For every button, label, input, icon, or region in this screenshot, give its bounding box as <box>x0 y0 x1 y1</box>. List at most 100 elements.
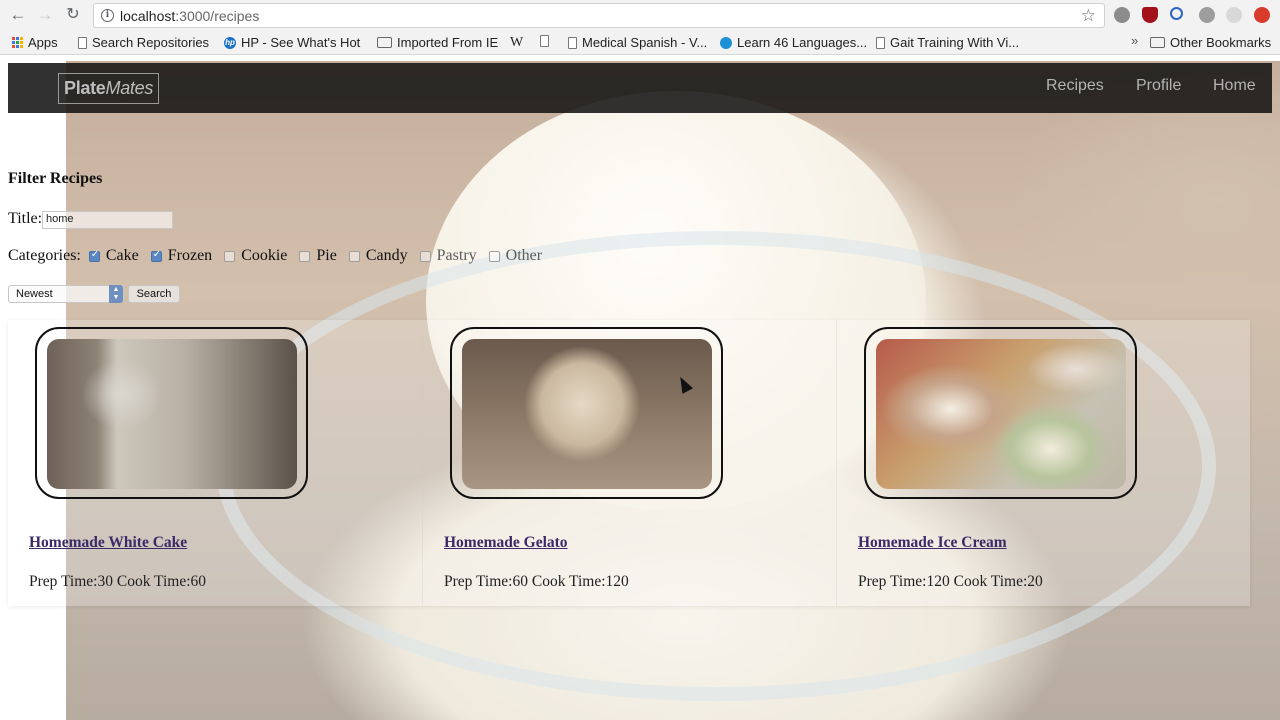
checkbox-frozen[interactable] <box>150 249 162 262</box>
recipe-image-gelato[interactable] <box>462 339 712 489</box>
address-bar[interactable]: i localhost:3000/recipes ☆ <box>93 3 1105 28</box>
bookmark-untitled[interactable] <box>540 35 549 47</box>
category-frozen[interactable]: Frozen <box>150 247 213 265</box>
hp-icon: hp <box>224 36 236 49</box>
category-other[interactable]: Other <box>488 247 543 265</box>
checkbox-other[interactable] <box>488 250 500 262</box>
search-button[interactable]: Search <box>128 285 180 303</box>
info-icon[interactable]: i <box>101 9 114 22</box>
checkbox-pastry[interactable] <box>419 250 431 262</box>
more-bookmarks-chevron-icon[interactable]: » <box>1131 33 1138 48</box>
bookmark-apps[interactable]: Apps <box>12 35 58 50</box>
page-icon <box>568 36 577 49</box>
category-label: Pastry <box>436 247 477 264</box>
category-label: Candy <box>365 247 408 264</box>
magnifier-extension-icon[interactable] <box>1170 7 1183 20</box>
back-arrow-icon[interactable]: ← <box>8 5 28 25</box>
bookmark-label: Apps <box>28 35 58 50</box>
category-pastry[interactable]: Pastry <box>419 247 477 265</box>
bookmark-star-icon[interactable]: ☆ <box>1081 6 1096 26</box>
recipe-image-ice-cream[interactable] <box>876 339 1126 489</box>
apps-grid-icon <box>12 37 23 48</box>
recipe-image-frame <box>864 327 1137 499</box>
recipe-times: Prep Time:30 Cook Time:60 <box>29 573 207 590</box>
page-icon <box>78 36 87 49</box>
nav-link-profile[interactable]: Profile <box>1136 77 1181 95</box>
bookmark-learn-languages[interactable]: Learn 46 Languages... <box>720 35 867 50</box>
bookmark-other-bookmarks[interactable]: Other Bookmarks <box>1150 35 1271 50</box>
recipe-times: Prep Time:60 Cook Time:120 <box>444 573 629 590</box>
bookmark-search-repositories[interactable]: Search Repositories <box>78 35 209 50</box>
category-label: Frozen <box>167 247 213 264</box>
ublock-shield-icon[interactable] <box>1142 7 1158 23</box>
recipe-card: Homemade White Cake Prep Time:30 Cook Ti… <box>8 320 422 606</box>
extension-settings-icon[interactable] <box>1114 7 1130 23</box>
title-label: Title: <box>8 210 43 227</box>
categories-label: Categories: <box>8 247 81 264</box>
checkbox-pie[interactable] <box>299 250 311 262</box>
folder-icon <box>1150 37 1165 48</box>
site-navbar: PlateMates Recipes Profile Home <box>8 63 1272 113</box>
bookmark-label: Other Bookmarks <box>1170 35 1272 50</box>
brand-plain-text: Plate <box>64 78 106 98</box>
category-label: Pie <box>316 247 337 264</box>
category-label: Other <box>505 247 543 264</box>
extension-feather-icon[interactable] <box>1226 7 1242 23</box>
bookmark-label: Imported From IE <box>397 35 499 50</box>
page-viewport: PlateMates Recipes Profile Home Filter R… <box>0 55 1280 720</box>
category-label: Cake <box>105 247 139 264</box>
category-label: Cookie <box>241 247 288 264</box>
browser-toolbar: ← → ↻ i localhost:3000/recipes ☆ <box>0 0 1280 30</box>
folder-icon <box>377 37 392 48</box>
page-icon <box>876 36 885 49</box>
checkbox-candy[interactable] <box>348 250 360 262</box>
url-host: localhost <box>120 8 176 24</box>
bookmark-imported-from-ie[interactable]: Imported From IE <box>377 35 498 50</box>
bookmark-medical-spanish[interactable]: Medical Spanish - V... <box>568 35 707 50</box>
brand-logo[interactable]: PlateMates <box>58 73 160 104</box>
checkbox-cake[interactable] <box>88 249 100 262</box>
recipe-card: Homemade Ice Cream Prep Time:120 Cook Ti… <box>836 320 1250 606</box>
bookmark-hp[interactable]: hp HP - See What's Hot <box>224 35 360 50</box>
wikipedia-icon: W <box>510 35 524 50</box>
categories-row: Categories: Cake Frozen Cookie Pie Candy… <box>8 247 554 265</box>
select-arrows-icon: ▲ ▼ <box>109 285 123 303</box>
reload-icon[interactable]: ↻ <box>63 5 83 25</box>
filter-heading: Filter Recipes <box>8 170 103 187</box>
extension-upload-icon[interactable] <box>1254 7 1270 23</box>
category-cake[interactable]: Cake <box>88 247 139 265</box>
bookmark-gait-training[interactable]: Gait Training With Vi... <box>876 35 1019 50</box>
recipe-image-white-cake[interactable] <box>47 339 297 489</box>
checkbox-cookie[interactable] <box>224 250 236 262</box>
bookmarks-bar: Apps Search Repositories hp HP - See What… <box>0 30 1280 55</box>
url-path: :3000/recipes <box>175 8 260 24</box>
category-pie[interactable]: Pie <box>299 247 337 265</box>
forward-arrow-icon[interactable]: → <box>35 5 55 25</box>
bookmark-label: Search Repositories <box>92 35 210 50</box>
category-candy[interactable]: Candy <box>348 247 408 265</box>
extension-circle-icon[interactable] <box>1199 7 1215 23</box>
recipe-image-frame <box>35 327 308 499</box>
bookmark-label: Medical Spanish - V... <box>582 35 708 50</box>
recipe-list: Homemade White Cake Prep Time:30 Cook Ti… <box>8 320 1250 606</box>
sort-selected-value: Newest <box>16 288 53 300</box>
recipe-title-link[interactable]: Homemade White Cake <box>29 534 187 552</box>
bookmark-label: HP - See What's Hot <box>241 35 361 50</box>
bookmark-label: Learn 46 Languages... <box>737 35 868 50</box>
url-text[interactable]: localhost:3000/recipes <box>120 8 259 24</box>
brand-italic-text: Mates <box>105 78 154 98</box>
site-icon <box>720 36 732 49</box>
page-icon <box>540 35 549 47</box>
bookmark-label: Gait Training With Vi... <box>890 35 1020 50</box>
recipe-card: Homemade Gelato Prep Time:60 Cook Time:1… <box>422 320 836 606</box>
nav-link-home[interactable]: Home <box>1213 77 1256 95</box>
bookmark-wikipedia[interactable]: W <box>510 35 524 51</box>
recipe-title-link[interactable]: Homemade Gelato <box>444 534 568 552</box>
recipe-times: Prep Time:120 Cook Time:20 <box>858 573 1043 590</box>
recipe-image-frame <box>450 327 723 499</box>
category-cookie[interactable]: Cookie <box>224 247 287 265</box>
recipe-title-link[interactable]: Homemade Ice Cream <box>858 534 1007 552</box>
title-input[interactable]: home <box>42 211 173 229</box>
sort-select[interactable]: Newest ▲ ▼ <box>8 285 124 303</box>
nav-link-recipes[interactable]: Recipes <box>1046 77 1104 95</box>
